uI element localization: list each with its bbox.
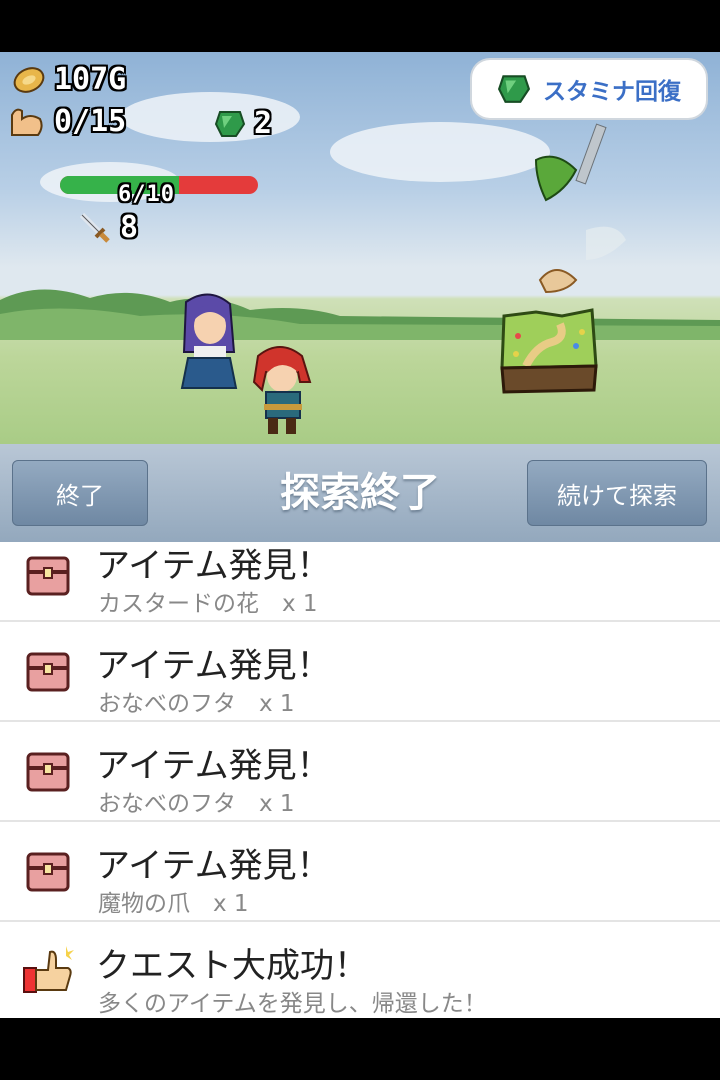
treasure-chest-icon <box>26 852 70 892</box>
thumbs-up-icon <box>23 946 74 993</box>
game-scene: 107G 0/15 2 スタミナ回復 6/10 8 <box>0 52 720 444</box>
flying-items-effect <box>534 123 626 294</box>
log-title: アイテム発見！ <box>96 546 331 586</box>
stamina-recover-button[interactable]: スタミナ回復 <box>472 60 706 118</box>
coin-icon <box>13 66 45 93</box>
attack-value: 8 <box>120 210 139 245</box>
result-log-list: アイテム発見！ カスタードの花 x 1 アイテム発見！ おなべのフタ x 1 ア… <box>0 542 720 1018</box>
log-title: アイテム発見！ <box>96 846 331 886</box>
treasure-chest-icon <box>26 652 70 692</box>
cloud <box>120 92 300 142</box>
list-item: アイテム発見！ カスタードの花 x 1 <box>0 542 720 622</box>
arm-muscle-icon <box>11 108 43 136</box>
list-item: アイテム発見！ おなべのフタ x 1 <box>0 622 720 722</box>
field-map-icon <box>500 308 598 394</box>
list-item: アイテム発見！ おなべのフタ x 1 <box>0 722 720 822</box>
list-item: クエスト大成功！ 多くのアイテムを発見し、帰還した！ <box>0 922 720 1018</box>
stamina-recover-label: スタミナ回復 <box>543 79 681 105</box>
hp-text: 6/10 <box>118 182 175 207</box>
gem-amount: 2 <box>254 106 273 141</box>
gem-display: 2 <box>214 106 272 141</box>
end-button[interactable]: 終了 <box>12 460 148 526</box>
list-item: アイテム発見！ 魔物の爪 x 1 <box>0 822 720 922</box>
continue-explore-button[interactable]: 続けて探索 <box>527 460 707 526</box>
sword-icon <box>79 212 110 243</box>
log-detail: カスタードの花 x 1 <box>98 591 318 617</box>
log-title: アイテム発見！ <box>96 646 331 686</box>
stamina-display: 0/15 <box>8 104 126 139</box>
green-gem-icon <box>214 110 246 137</box>
log-detail: おなべのフタ x 1 <box>98 791 295 817</box>
stamina-amount: 0/15 <box>54 104 127 139</box>
log-title: クエスト大成功！ <box>96 946 368 986</box>
treasure-chest-icon <box>26 752 70 792</box>
log-detail: 魔物の爪 x 1 <box>98 891 249 917</box>
log-detail: 多くのアイテムを発見し、帰還した！ <box>98 991 487 1017</box>
hero-girl-character <box>252 346 312 434</box>
log-detail: おなべのフタ x 1 <box>98 691 295 717</box>
toolbar: 終了 探索終了 続けて探索 <box>0 444 720 542</box>
mage-girl-character <box>180 293 238 389</box>
gold-display: 107G <box>12 62 126 97</box>
cloud <box>330 122 550 182</box>
attack-display: 8 <box>78 210 138 245</box>
green-gem-icon <box>497 75 531 103</box>
treasure-chest-icon <box>26 556 70 596</box>
log-title: アイテム発見！ <box>96 746 331 786</box>
gold-amount: 107G <box>54 62 127 97</box>
